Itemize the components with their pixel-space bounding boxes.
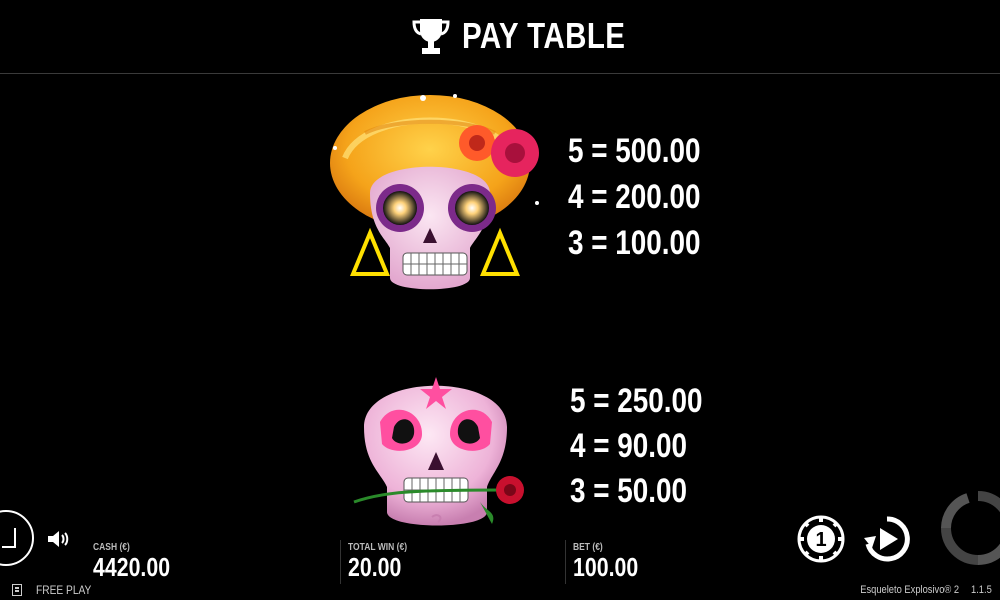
footer-info: Esqueleto Explosivo® 2 1.1.5 xyxy=(860,584,992,596)
page-title: PAY TABLE xyxy=(462,15,626,56)
coin-value-button[interactable]: 1 xyxy=(796,514,846,564)
header-bar: PAY TABLE xyxy=(0,0,1000,74)
document-icon[interactable] xyxy=(12,584,22,596)
total-win-value: 20.00 xyxy=(348,552,402,582)
game-name: Esqueleto Explosivo® 2 xyxy=(860,584,960,596)
bottom-bar: CASH (€) 4420.00 TOTAL WIN (€) 20.00 BET… xyxy=(0,491,1000,600)
cash-value: 4420.00 xyxy=(93,552,171,582)
payout-line: 5 = 250.00 xyxy=(570,382,703,420)
payout-line: 4 = 90.00 xyxy=(570,427,688,465)
sound-icon[interactable] xyxy=(46,528,70,550)
divider xyxy=(565,540,566,584)
divider xyxy=(340,540,341,584)
coin-value-text: 1 xyxy=(815,529,826,551)
trophy-icon xyxy=(412,19,450,54)
footer-mode: FREE PLAY xyxy=(12,583,101,597)
bet-value: 100.00 xyxy=(573,552,639,582)
spin-button[interactable] xyxy=(938,488,1000,568)
payout-line: 5 = 500.00 xyxy=(568,132,701,170)
free-play-label: FREE PLAY xyxy=(36,583,92,597)
autoplay-button[interactable] xyxy=(862,514,912,564)
payout-line: 3 = 100.00 xyxy=(568,224,701,262)
title-group: PAY TABLE xyxy=(412,14,661,58)
version-label: 1.1.5 xyxy=(971,584,992,596)
payout-line: 4 = 200.00 xyxy=(568,178,701,216)
menu-icon xyxy=(2,528,16,548)
menu-button[interactable] xyxy=(0,510,34,566)
catrina-skull-symbol xyxy=(330,94,539,290)
